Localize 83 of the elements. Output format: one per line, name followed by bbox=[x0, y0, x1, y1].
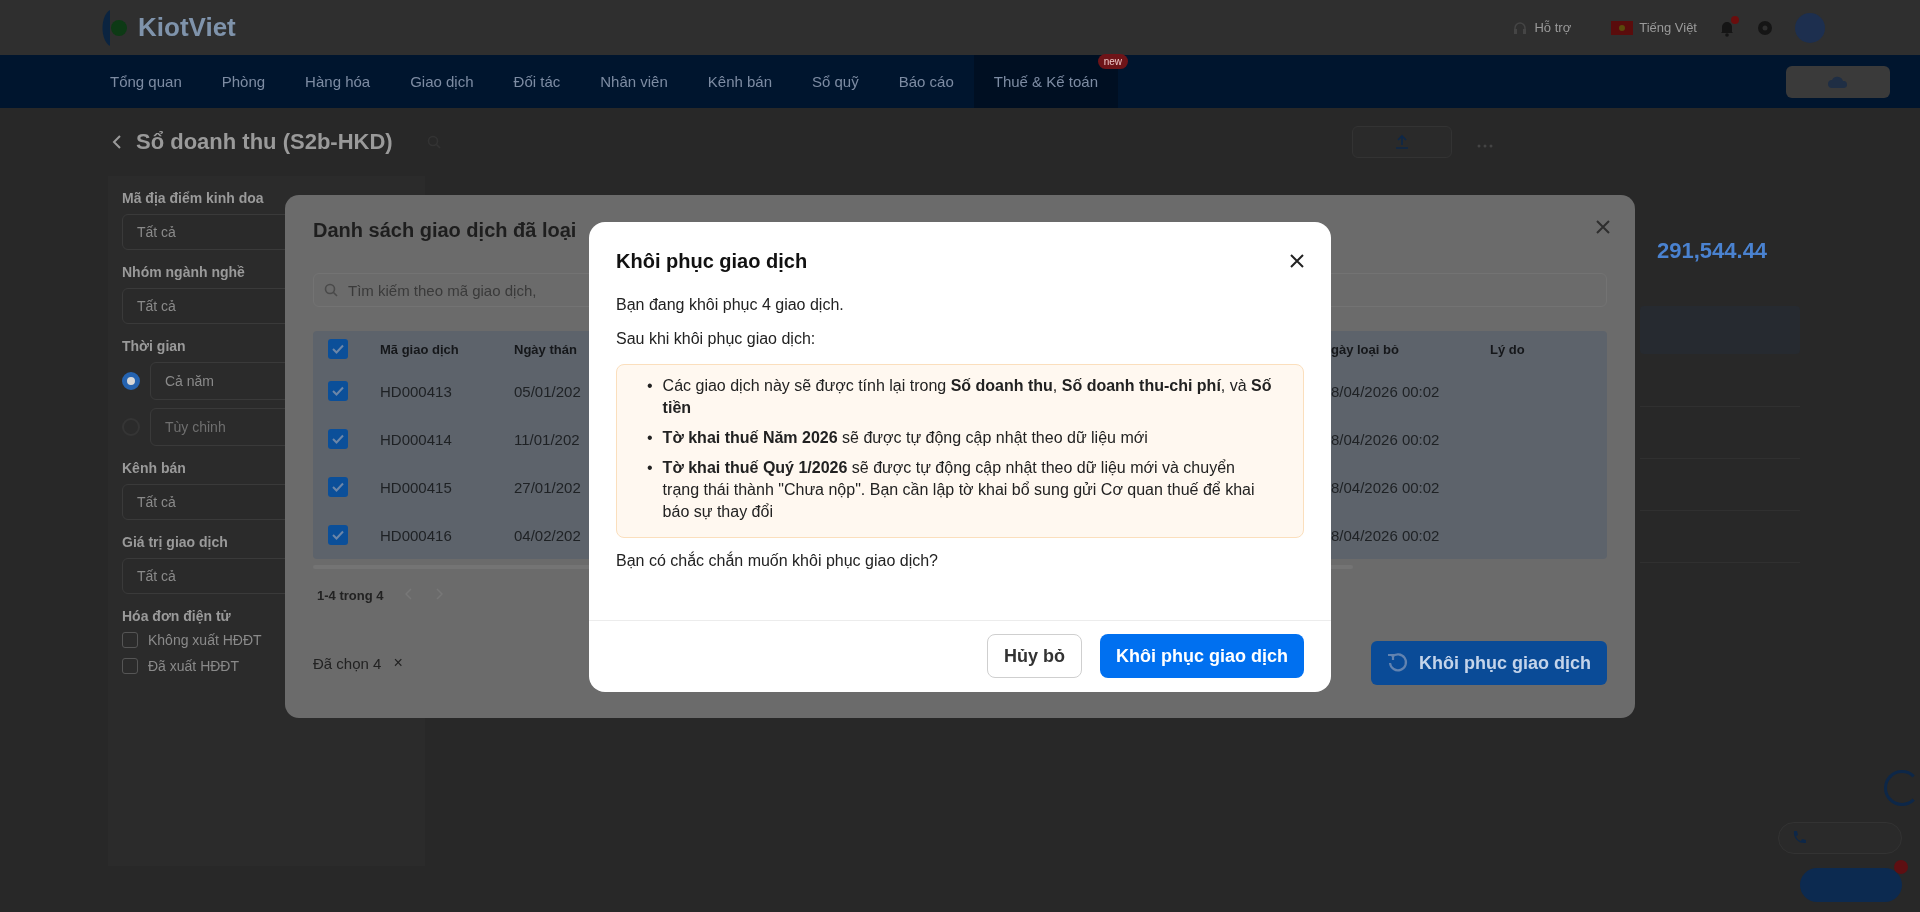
bullet-mark: • bbox=[647, 428, 653, 448]
check-icon bbox=[332, 434, 344, 444]
check-icon bbox=[332, 386, 344, 396]
checkbox-label: Đã xuất HĐĐT bbox=[148, 658, 240, 674]
table-cell: HD000413 bbox=[380, 382, 452, 400]
bullet-text: Tờ khai thuế Năm 2026 sẽ được tự động cập nhật theo dữ liệu mới bbox=[662, 428, 1148, 448]
table-cell: 27/01/202 bbox=[514, 478, 581, 496]
page-title: Sổ doanh thu (S2b-HKD) bbox=[136, 129, 393, 155]
checkbox[interactable] bbox=[122, 658, 138, 674]
contact-button[interactable] bbox=[1778, 822, 1902, 854]
check-icon bbox=[332, 482, 344, 492]
column-header: Ngày thán bbox=[514, 341, 577, 357]
checkbox[interactable] bbox=[328, 525, 348, 545]
checkbox[interactable] bbox=[122, 632, 138, 648]
upload-icon bbox=[1395, 134, 1409, 150]
checkbox[interactable] bbox=[328, 381, 348, 401]
bullet-mark: • bbox=[647, 458, 653, 478]
checkbox[interactable] bbox=[328, 429, 348, 449]
table-cell: 04/02/202 bbox=[514, 526, 581, 544]
cancel-button[interactable]: Hủy bỏ bbox=[987, 634, 1082, 678]
close-icon bbox=[1595, 219, 1611, 235]
filter-label: Kênh bán bbox=[122, 460, 186, 476]
table-cell: 11/01/202 bbox=[514, 430, 580, 448]
toolbar-button[interactable] bbox=[1786, 65, 1890, 98]
confirm-button[interactable]: Khôi phục giao dịch bbox=[1100, 634, 1304, 678]
nav-tab[interactable]: Hàng hóa bbox=[285, 55, 391, 108]
bullet-text: Tờ khai thuế Quý 1/2026 sẽ được tự động cập nhật theo dữ liệu mới và chuyển trạng thái thành "Chưa nộp". Bạn cần lập tờ khai bổ sung gửi Cơ quan thuế để khai báo sự thay đổi bbox=[662, 458, 1256, 522]
avatar[interactable] bbox=[1795, 12, 1825, 43]
nav-tab[interactable]: Giao dịch bbox=[390, 55, 494, 108]
table-cell: 8/04/2026 00:02 bbox=[1331, 382, 1440, 400]
phone-icon bbox=[1791, 830, 1807, 846]
radio-button[interactable] bbox=[122, 372, 140, 390]
more-icon bbox=[1477, 143, 1493, 148]
nav-tab[interactable]: Phòng bbox=[201, 55, 286, 108]
close-button[interactable] bbox=[1289, 253, 1305, 269]
filter-label: Nhóm ngành nghề bbox=[122, 264, 245, 280]
check-icon bbox=[332, 530, 344, 540]
table-cell: HD000414 bbox=[380, 430, 452, 448]
filter-label: Mã địa điểm kinh doa bbox=[122, 190, 264, 206]
bullet-text: Các giao dịch này sẽ được tính lại trong Số doanh thu, Số doanh thu-chi phí, và Số tiền bbox=[662, 376, 1273, 418]
bullet-mark: • bbox=[647, 376, 653, 396]
restore-button[interactable]: Khôi phục giao dịch bbox=[1371, 641, 1607, 685]
cloud-icon bbox=[1827, 74, 1849, 89]
chat-button[interactable] bbox=[1800, 868, 1902, 902]
restore-icon bbox=[1387, 652, 1409, 674]
table-cell: 8/04/2026 00:02 bbox=[1331, 526, 1440, 544]
table-cell: 8/04/2026 00:02 bbox=[1331, 430, 1440, 448]
header-link[interactable]: Tiếng Việt bbox=[1611, 20, 1697, 35]
filter-label: Thời gian bbox=[122, 338, 186, 354]
nav-tab[interactable]: Sổ quỹ bbox=[792, 55, 879, 108]
checkbox[interactable] bbox=[328, 477, 348, 497]
export-button[interactable] bbox=[1352, 126, 1452, 158]
check-icon bbox=[332, 344, 344, 354]
column-header: Lý do bbox=[1490, 341, 1525, 357]
close-icon bbox=[1289, 253, 1305, 269]
nav-tab[interactable]: Tổng quan bbox=[90, 55, 202, 108]
intro-text: Bạn đang khôi phục 4 giao dịch. bbox=[616, 296, 844, 314]
clear-button[interactable]: × bbox=[393, 654, 403, 672]
checkbox-label: Không xuất HĐĐT bbox=[148, 632, 262, 648]
question-text: Bạn có chắc chắn muốn khôi phục giao dịch? bbox=[616, 552, 938, 570]
table-cell: HD000416 bbox=[380, 526, 452, 544]
logo-text: KiotViet bbox=[138, 12, 236, 43]
table-cell: 05/01/202 bbox=[514, 382, 581, 400]
nav-tab[interactable]: Đối tác bbox=[493, 55, 581, 108]
column-header: Mã giao dịch bbox=[380, 341, 459, 357]
lead-text: Sau khi khôi phục giao dịch: bbox=[616, 330, 816, 348]
filter-label: Hóa đơn điện tử bbox=[122, 608, 231, 624]
back-icon[interactable] bbox=[112, 134, 122, 150]
nav-tab[interactable]: Nhân viên bbox=[580, 55, 688, 108]
selected-count: Đã chọn 4 bbox=[313, 654, 382, 672]
settings-icon[interactable] bbox=[1757, 19, 1773, 36]
modal-title: Khôi phục giao dịch bbox=[616, 249, 809, 273]
header-link[interactable]: Hỗ trợ bbox=[1512, 19, 1572, 36]
total-amount: 291,544.44 bbox=[1657, 238, 1768, 264]
search-icon bbox=[324, 283, 338, 297]
flag-icon bbox=[1611, 20, 1634, 35]
table-cell: 8/04/2026 00:02 bbox=[1331, 478, 1440, 496]
nav-tab[interactable]: Kênh bán bbox=[687, 55, 792, 108]
filter-label: Giá trị giao dịch bbox=[122, 534, 228, 550]
checkbox[interactable] bbox=[328, 339, 348, 359]
notification-dot bbox=[1894, 860, 1908, 874]
column-header: gày loại bỏ bbox=[1331, 341, 1399, 357]
nav-tab[interactable]: Báo cáo bbox=[878, 55, 974, 108]
